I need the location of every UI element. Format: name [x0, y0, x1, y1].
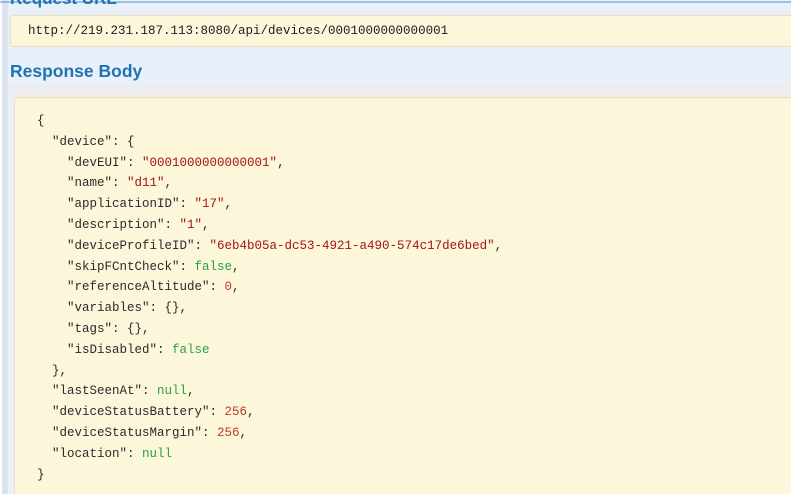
response-panel-top-strip: [8, 84, 791, 97]
request-url-heading: Request URL: [10, 0, 117, 9]
api-response-page: Request URL http://219.231.187.113:8080/…: [0, 0, 791, 494]
left-border-strip: [2, 0, 8, 494]
response-body-panel: { "device": { "devEUI": "000100000000000…: [14, 97, 791, 494]
response-json: { "device": { "devEUI": "000100000000000…: [37, 114, 503, 482]
request-url-text: http://219.231.187.113:8080/api/devices/…: [28, 24, 449, 38]
response-body-heading: Response Body: [10, 61, 143, 81]
request-url-box: http://219.231.187.113:8080/api/devices/…: [10, 15, 791, 47]
top-divider-line: [0, 1, 791, 3]
